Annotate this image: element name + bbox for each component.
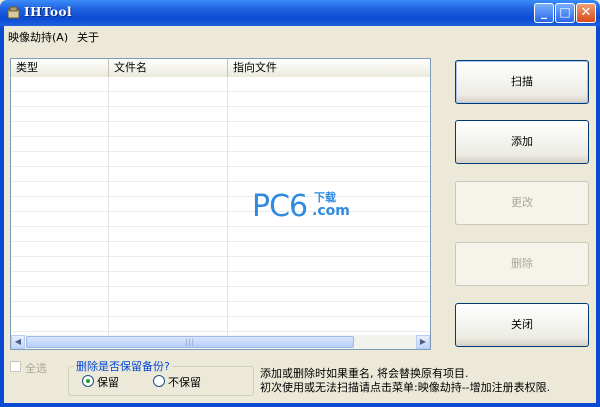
menu-bar: 映像劫持(A) 关于 <box>4 26 596 46</box>
horizontal-scrollbar[interactable]: ◀ ||| ▶ <box>11 335 430 349</box>
window-frame-left <box>0 26 4 407</box>
window-title: IHTool <box>24 5 73 19</box>
column-type[interactable]: 类型 <box>11 59 109 77</box>
scroll-left-button[interactable]: ◀ <box>11 335 25 349</box>
scroll-thumb[interactable]: ||| <box>26 336 354 348</box>
window-frame-bottom <box>0 403 600 407</box>
delete-button[interactable]: 删除 <box>455 242 589 286</box>
minimize-button[interactable]: _ <box>534 3 554 23</box>
column-target-file[interactable]: 指向文件 <box>228 59 430 77</box>
select-all-label: 全选 <box>25 362 47 375</box>
app-icon <box>7 6 20 19</box>
modify-button[interactable]: 更改 <box>455 181 589 225</box>
maximize-button[interactable]: □ <box>555 3 575 23</box>
close-button[interactable]: 关闭 <box>455 303 589 347</box>
title-bar[interactable]: IHTool _ □ ✕ <box>0 0 600 26</box>
scan-button[interactable]: 扫描 <box>455 60 589 104</box>
column-gridline <box>108 77 109 335</box>
menu-about[interactable]: 关于 <box>77 29 99 45</box>
menu-image-hijack[interactable]: 映像劫持(A) <box>8 29 68 45</box>
scroll-right-button[interactable]: ▶ <box>416 335 430 349</box>
watermark-main: PC6 <box>252 189 308 224</box>
info-text-line-2: 初次使用或无法扫描请点击菜单:映像劫持--增加注册表权限. <box>260 381 551 394</box>
radio-button-selected[interactable] <box>82 375 94 387</box>
close-window-button[interactable]: ✕ <box>576 3 596 23</box>
hijack-list[interactable]: 类型 文件名 指向文件 ◀ ||| ▶ <box>10 58 431 350</box>
radio-no-backup-label: 不保留 <box>168 376 201 389</box>
column-filename[interactable]: 文件名 <box>109 59 228 77</box>
backup-group-title: 删除是否保留备份? <box>74 358 172 374</box>
window-frame-right <box>596 26 600 407</box>
checkbox-box[interactable] <box>10 361 21 372</box>
add-button[interactable]: 添加 <box>455 120 589 164</box>
column-gridline <box>227 77 228 335</box>
main-window: IHTool _ □ ✕ 映像劫持(A) 关于 类型 文件名 指向文件 ◀ ||… <box>0 0 600 407</box>
list-header: 类型 文件名 指向文件 <box>11 59 430 78</box>
pc6-watermark: PC6 下载 .com <box>252 189 362 229</box>
list-body[interactable] <box>11 77 430 335</box>
radio-button[interactable] <box>153 375 165 387</box>
radio-keep-label: 保留 <box>97 376 119 389</box>
watermark-bottom: .com <box>312 203 350 219</box>
